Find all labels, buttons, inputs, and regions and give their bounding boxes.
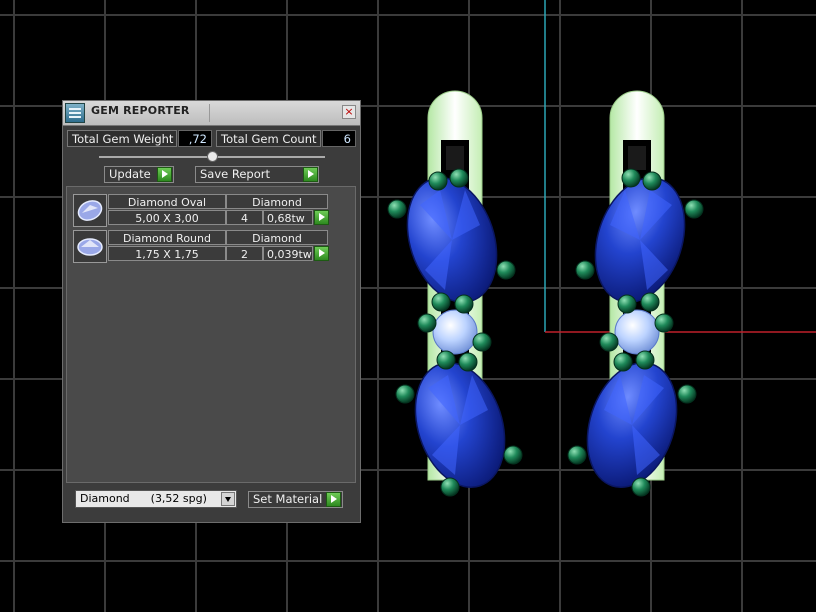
save-report-button[interactable]: Save Report [195,166,319,183]
prong [431,292,451,312]
prong [635,350,655,370]
prong [436,350,456,370]
gem-name: Diamond Round [108,230,226,245]
prong [454,294,474,314]
prong [677,384,697,404]
prong [621,168,641,188]
prong [575,260,595,280]
prong [503,445,523,465]
prong [631,477,651,497]
prong [496,260,516,280]
gem-list: Diamond Oval Diamond 5,00 X 3,00 4 0,68t… [66,186,356,483]
gem-row[interactable]: Diamond Round Diamond 1,75 X 1,75 2 0,03… [73,230,331,264]
close-icon[interactable]: × [342,105,356,119]
prong [417,313,437,333]
gem-row-go-icon[interactable] [314,210,329,225]
round-gem-right [614,309,660,355]
total-gem-weight-value: ,72 [178,130,212,147]
update-go-icon[interactable] [157,167,172,182]
material-select[interactable]: Diamond (3,52 spg) [75,490,237,508]
total-gem-count-value: 6 [322,130,356,147]
gem-size: 5,00 X 3,00 [108,210,226,225]
round-gem-icon [73,230,107,263]
prong [428,171,448,191]
gem-row-go-icon[interactable] [314,246,329,261]
gem-size: 1,75 X 1,75 [108,246,226,261]
prong [472,332,492,352]
gem-material: Diamond [226,194,328,209]
earring-right[interactable] [567,90,704,499]
prong [440,477,460,497]
panel-title: GEM REPORTER [91,104,190,117]
prong [387,199,407,219]
gem-row[interactable]: Diamond Oval Diamond 5,00 X 3,00 4 0,68t… [73,194,331,228]
prong [599,332,619,352]
titlebar-divider [209,104,210,122]
prong [684,199,704,219]
prong [449,168,469,188]
material-select-value: Diamond (3,52 spg) [80,492,207,505]
earring-left[interactable] [387,90,523,499]
gem-name: Diamond Oval [108,194,226,209]
save-report-go-icon[interactable] [303,167,318,182]
gem-reporter-icon [65,103,85,123]
update-button-label: Update [109,167,151,181]
chevron-down-icon[interactable] [221,492,235,506]
total-gem-weight-label: Total Gem Weight [67,130,177,147]
prong [613,352,633,372]
gem-count: 2 [226,246,263,261]
prong [640,292,660,312]
total-gem-count-label: Total Gem Count [216,130,321,147]
set-material-button-label: Set Material [253,492,323,506]
prong [395,384,415,404]
gem-reporter-panel: GEM REPORTER × Total Gem Weight ,72 Tota… [62,100,361,523]
gem-weight: 0,68tw [263,210,313,225]
prong [617,294,637,314]
gem-material: Diamond [226,230,328,245]
prong [567,445,587,465]
prong [654,313,674,333]
gem-weight: 0,039tw [263,246,313,261]
panel-slider-handle[interactable] [207,151,218,162]
save-report-button-label: Save Report [200,167,271,181]
set-material-go-icon[interactable] [326,492,341,507]
oval-gem-icon [73,194,107,227]
gem-count: 4 [226,210,263,225]
prong [642,171,662,191]
prong [458,352,478,372]
panel-titlebar[interactable]: GEM REPORTER × [63,101,360,126]
round-gem-left [432,309,478,355]
